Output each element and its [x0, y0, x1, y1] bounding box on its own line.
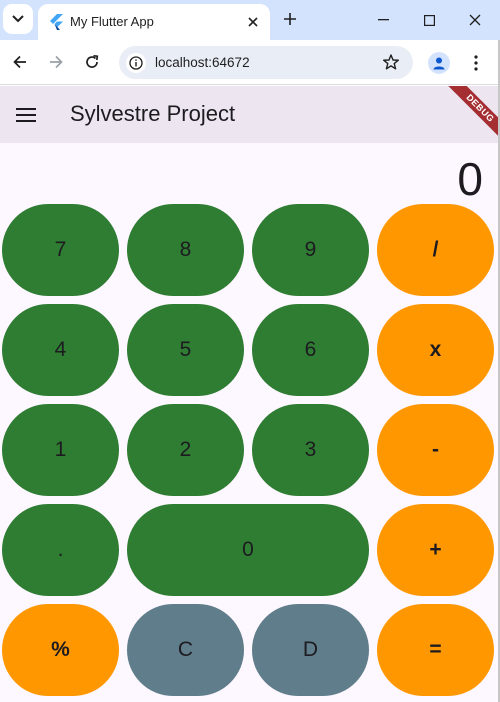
- key-decimal[interactable]: .: [2, 504, 119, 596]
- flutter-logo-icon: [50, 14, 63, 30]
- key-5[interactable]: 5: [127, 304, 244, 396]
- debug-banner-label: DEBUG: [440, 86, 500, 148]
- hamburger-menu-icon: [16, 108, 36, 122]
- key-divide[interactable]: /: [377, 204, 494, 296]
- url-text: localhost:64672: [155, 55, 250, 70]
- key-2[interactable]: 2: [127, 404, 244, 496]
- key-multiply[interactable]: x: [377, 304, 494, 396]
- calculator-display: 0: [457, 153, 483, 205]
- star-icon: [383, 54, 399, 70]
- key-equals[interactable]: =: [377, 604, 494, 696]
- key-percent[interactable]: %: [2, 604, 119, 696]
- key-8[interactable]: 8: [127, 204, 244, 296]
- forward-button[interactable]: [42, 48, 70, 76]
- key-0[interactable]: 0: [127, 504, 369, 596]
- drawer-menu-button[interactable]: [14, 104, 38, 126]
- profile-avatar[interactable]: [428, 52, 450, 74]
- arrow-right-icon: [50, 55, 63, 69]
- key-1[interactable]: 1: [2, 404, 119, 496]
- minimize-window-button[interactable]: [368, 6, 398, 34]
- key-9[interactable]: 9: [252, 204, 369, 296]
- tab-title: My Flutter App: [70, 14, 154, 29]
- key-4[interactable]: 4: [2, 304, 119, 396]
- browser-tab-strip: My Flutter App: [0, 0, 500, 40]
- close-window-button[interactable]: [460, 6, 490, 34]
- person-icon: [433, 57, 445, 70]
- new-tab-button[interactable]: [280, 9, 300, 29]
- key-delete[interactable]: D: [252, 604, 369, 696]
- app-bar: Sylvestre Project: [0, 86, 500, 143]
- more-vertical-icon: [474, 55, 478, 71]
- chevron-down-icon: [12, 15, 24, 23]
- key-add[interactable]: +: [377, 504, 494, 596]
- browser-toolbar: localhost:64672: [0, 40, 500, 85]
- address-bar[interactable]: localhost:64672: [119, 46, 413, 79]
- back-button[interactable]: [6, 48, 34, 76]
- maximize-window-button[interactable]: [414, 6, 444, 34]
- key-6[interactable]: 6: [252, 304, 369, 396]
- debug-banner: DEBUG: [438, 86, 500, 148]
- close-icon: [469, 14, 481, 26]
- flutter-app: Sylvestre Project DEBUG 0 7 8 9 / 4 5 6 …: [0, 86, 500, 702]
- bookmark-button[interactable]: [381, 52, 401, 72]
- site-info-button[interactable]: [126, 53, 146, 73]
- reload-button[interactable]: [78, 48, 106, 76]
- key-3[interactable]: 3: [252, 404, 369, 496]
- arrow-left-icon: [13, 55, 26, 69]
- minimize-icon: [377, 19, 389, 21]
- maximize-icon: [423, 14, 435, 26]
- browser-tab[interactable]: My Flutter App: [38, 4, 270, 40]
- page-title: Sylvestre Project: [70, 101, 236, 126]
- tab-search-button[interactable]: [3, 4, 33, 34]
- tab-close-button[interactable]: [244, 13, 262, 31]
- key-subtract[interactable]: -: [377, 404, 494, 496]
- close-icon: [248, 17, 258, 27]
- key-clear[interactable]: C: [127, 604, 244, 696]
- key-7[interactable]: 7: [2, 204, 119, 296]
- browser-menu-button[interactable]: [466, 52, 486, 74]
- info-icon: [129, 56, 143, 70]
- reload-icon: [86, 55, 99, 68]
- plus-icon: [284, 13, 296, 25]
